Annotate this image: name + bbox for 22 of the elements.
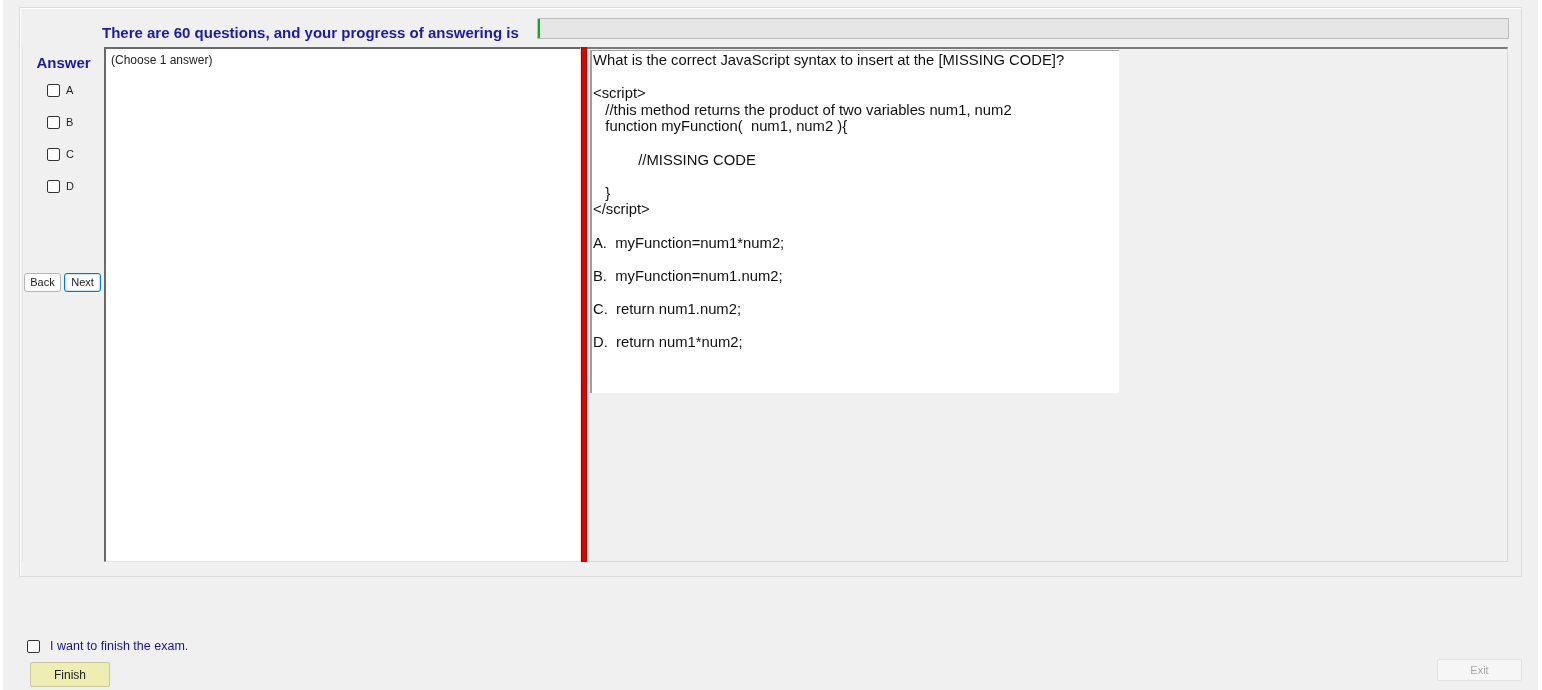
finish-confirm-label: I want to finish the exam.: [50, 639, 189, 653]
answer-checkbox[interactable]: [47, 179, 60, 193]
answer-option: C. return num1.num2;: [593, 300, 1117, 318]
instruction-text: (Choose 1 answer): [111, 53, 214, 68]
back-button[interactable]: Back: [24, 273, 61, 292]
answer-option: B. myFunction=num1.num2;: [593, 267, 1117, 285]
answer-checkbox[interactable]: [47, 83, 60, 97]
answer-checkbox[interactable]: [47, 115, 60, 129]
progress-label: There are 60 questions, and your progress of answering is: [102, 24, 519, 43]
answer-heading: Answer: [36, 54, 91, 71]
finish-button[interactable]: Finish: [30, 662, 110, 687]
option-label: B: [66, 115, 74, 129]
answer-option: D. return num1*num2;: [593, 334, 1117, 351]
question-text: What is the correct JavaScript syntax to insert at the [MISSING CODE]?: [593, 52, 1066, 69]
code-snippet: <script> //this method returns the product of two variables num1, num2 function myFunction( num1, num2 ){ //MISSING CODE } </script>: [593, 85, 1013, 218]
next-button[interactable]: Next: [64, 273, 101, 292]
option-label: C: [66, 147, 74, 161]
answer-option: A. myFunction=num1*num2;: [593, 234, 1117, 252]
finish-checkbox[interactable]: [27, 639, 40, 653]
option-label: A: [66, 83, 74, 97]
answer-checkbox[interactable]: [47, 147, 60, 161]
option-label: D: [66, 179, 74, 193]
